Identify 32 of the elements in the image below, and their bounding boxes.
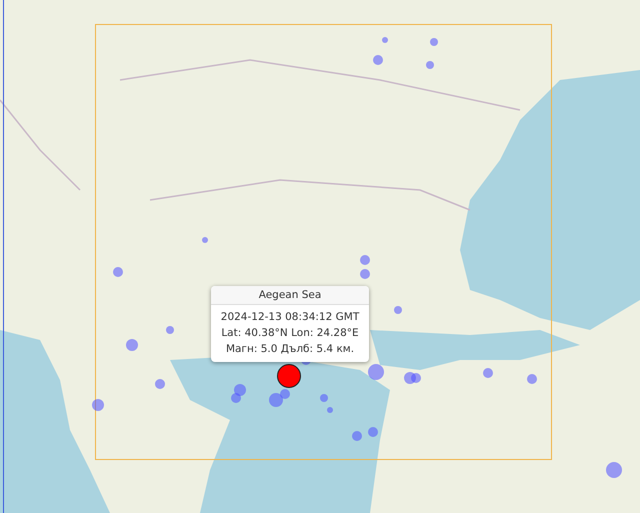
map-view[interactable]: Aegean Sea 2024-12-13 08:34:12 GMT Lat: 40.38°N Lon: 24.28°E Магн: 5.0 Дълб: 5.4 км.	[0, 0, 640, 513]
earthquake-marker[interactable]	[113, 267, 123, 277]
earthquake-marker[interactable]	[92, 399, 104, 411]
popup-title: Aegean Sea	[211, 286, 369, 305]
earthquake-marker[interactable]	[352, 431, 362, 441]
earthquake-marker[interactable]	[166, 326, 174, 334]
earthquake-marker[interactable]	[483, 368, 493, 378]
earthquake-marker[interactable]	[430, 38, 438, 46]
earthquake-marker[interactable]	[126, 339, 138, 351]
earthquake-marker[interactable]	[606, 462, 622, 478]
popup-detail: Lat: 40.38°N Lon: 24.28°E	[220, 326, 360, 341]
popup-detail: 2024-12-13 08:34:12 GMT	[220, 310, 360, 325]
earthquake-marker[interactable]	[368, 427, 378, 437]
earthquake-marker[interactable]	[280, 389, 290, 399]
earthquake-marker[interactable]	[527, 374, 537, 384]
earthquake-marker[interactable]	[426, 61, 434, 69]
earthquake-marker[interactable]	[411, 373, 421, 383]
earthquake-marker[interactable]	[360, 255, 370, 265]
earthquake-marker[interactable]	[155, 379, 165, 389]
popup-detail: Магн: 5.0 Дълб: 5.4 км.	[224, 342, 356, 357]
earthquake-marker[interactable]	[373, 55, 383, 65]
earthquake-marker[interactable]	[269, 393, 283, 407]
earthquake-marker[interactable]	[382, 37, 388, 43]
earthquake-marker[interactable]	[360, 269, 370, 279]
earthquake-marker[interactable]	[404, 372, 416, 384]
earthquake-marker[interactable]	[327, 407, 333, 413]
earthquake-marker[interactable]	[202, 237, 208, 243]
earthquake-marker[interactable]	[234, 384, 246, 396]
earthquake-marker[interactable]	[394, 306, 402, 314]
earthquake-marker[interactable]	[320, 394, 328, 402]
earthquake-marker[interactable]	[368, 364, 384, 380]
earthquake-marker[interactable]	[231, 393, 241, 403]
